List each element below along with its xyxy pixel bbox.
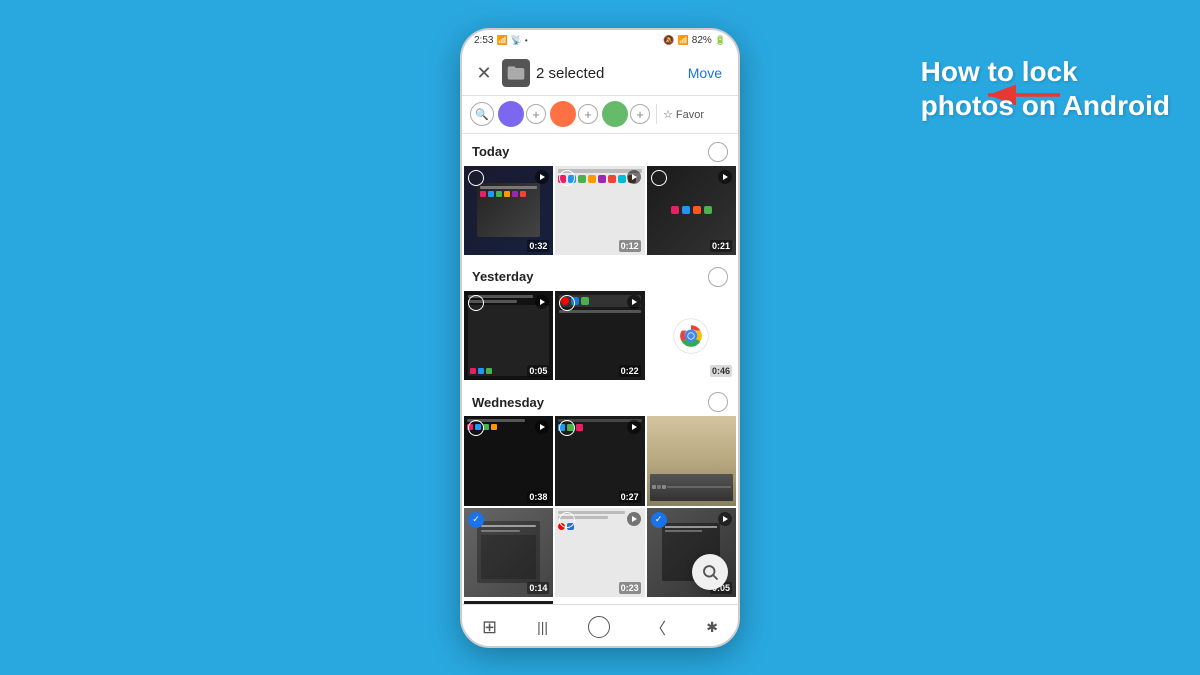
- status-dot: •: [525, 36, 528, 45]
- text-annotation: How to lock photos on Android: [921, 55, 1170, 122]
- select-today-3[interactable]: [651, 170, 667, 186]
- add-album-2[interactable]: +: [578, 104, 598, 124]
- play-icon-today-2: [627, 170, 641, 184]
- divider: [656, 104, 657, 124]
- status-left: 2:53 📶 📡 •: [474, 35, 528, 46]
- status-time: 2:53: [474, 35, 493, 46]
- section-yesterday: Yesterday: [462, 259, 738, 382]
- duration-today-3: 0:21: [710, 240, 732, 252]
- duration-wed-4: 0:14: [527, 582, 549, 594]
- add-album-3[interactable]: +: [630, 104, 650, 124]
- selected-count: 2 selected: [536, 65, 676, 82]
- photo-today-3[interactable]: 0:21: [647, 166, 736, 255]
- date-header-yesterday: Yesterday: [462, 259, 738, 291]
- photo-today-1[interactable]: 0:32: [464, 166, 553, 255]
- status-signal: 📶: [496, 35, 507, 46]
- photo-wed-5[interactable]: 0:23: [555, 508, 644, 597]
- select-yest-1[interactable]: [468, 295, 484, 311]
- float-search-button[interactable]: [692, 554, 728, 590]
- close-button[interactable]: ✕: [472, 63, 496, 84]
- float-search-icon: [701, 563, 719, 581]
- nav-home-button[interactable]: [588, 616, 610, 638]
- phone-mockup: 2:53 📶 📡 • 🔕 📶 82% 🔋 ✕ 2 selected Move: [460, 28, 740, 648]
- select-today-2[interactable]: [559, 170, 575, 186]
- duration-wed-1: 0:38: [527, 491, 549, 503]
- duration-yest-2: 0:22: [619, 365, 641, 377]
- duration-yest-1: 0:05: [527, 365, 549, 377]
- photo-wed-1[interactable]: 0:38: [464, 416, 553, 505]
- nav-back-icon[interactable]: 〈: [650, 615, 666, 639]
- date-select-yesterday[interactable]: [708, 267, 728, 287]
- favorites-label: ☆ Favor: [663, 108, 704, 121]
- status-extra: 📡: [511, 35, 522, 46]
- play-icon-today-1: [535, 170, 549, 184]
- nav-bar: ⊞ ||| 〈 ✱: [462, 604, 738, 648]
- date-label-wednesday: Wednesday: [472, 395, 544, 410]
- status-battery-icon: 🔋: [715, 35, 726, 46]
- annotation-line1: How to lock: [921, 56, 1078, 87]
- nav-list-icon[interactable]: |||: [537, 619, 548, 635]
- date-select-wednesday[interactable]: [708, 392, 728, 412]
- section-today: Today: [462, 134, 738, 257]
- date-header-today: Today: [462, 134, 738, 166]
- date-select-today[interactable]: [708, 142, 728, 162]
- add-album-1[interactable]: +: [526, 104, 546, 124]
- status-bar: 2:53 📶 📡 • 🔕 📶 82% 🔋: [462, 30, 738, 52]
- status-wifi: 📶: [678, 35, 689, 46]
- duration-today-1: 0:32: [527, 240, 549, 252]
- status-mute: 🔕: [663, 35, 674, 46]
- photo-yest-1[interactable]: 0:05: [464, 291, 553, 380]
- quick-item-3: +: [602, 101, 650, 127]
- select-yest-3[interactable]: [651, 295, 667, 311]
- duration-today-2: 0:12: [619, 240, 641, 252]
- photo-wed-4[interactable]: 0:14: [464, 508, 553, 597]
- album-thumb-3[interactable]: [602, 101, 628, 127]
- quick-item-1: +: [498, 101, 546, 127]
- move-button[interactable]: Move: [682, 61, 728, 85]
- chrome-logo-svg: [673, 318, 709, 354]
- status-battery-pct: 82%: [692, 35, 712, 46]
- photo-yest-2[interactable]: 0:22: [555, 291, 644, 380]
- date-label-today: Today: [472, 144, 509, 159]
- play-icon-today-3: [718, 170, 732, 184]
- folder-icon: [502, 59, 530, 87]
- photo-wed-3[interactable]: [647, 416, 736, 505]
- select-wed-5[interactable]: [559, 512, 575, 528]
- photo-grid-today: 0:32: [462, 166, 738, 257]
- play-icon-yest-2: [627, 295, 641, 309]
- play-icon-wed-6: [718, 512, 732, 526]
- favorites-button[interactable]: ☆ Favor: [663, 108, 704, 121]
- play-icon-wed-2: [627, 420, 641, 434]
- select-wed-6[interactable]: [651, 512, 667, 528]
- toolbar: ✕ 2 selected Move: [462, 52, 738, 96]
- page-container: 2:53 📶 📡 • 🔕 📶 82% 🔋 ✕ 2 selected Move: [0, 0, 1200, 675]
- quick-item-2: +: [550, 101, 598, 127]
- album-thumb-1[interactable]: [498, 101, 524, 127]
- nav-recent-icon[interactable]: ✱: [706, 619, 718, 636]
- status-right: 🔕 📶 82% 🔋: [663, 35, 726, 46]
- date-header-wednesday: Wednesday: [462, 384, 738, 416]
- select-today-1[interactable]: [468, 170, 484, 186]
- nav-grid-icon[interactable]: ⊞: [482, 617, 497, 638]
- photo-wed-2[interactable]: 0:27: [555, 416, 644, 505]
- quick-bar: 🔍 + + + ☆ Favor: [462, 96, 738, 134]
- photo-yest-3[interactable]: 0:46: [647, 291, 736, 380]
- photo-extra-1[interactable]: 0:06: [464, 601, 553, 604]
- duration-wed-5: 0:23: [619, 582, 641, 594]
- search-icon[interactable]: 🔍: [470, 102, 494, 126]
- photo-today-2[interactable]: 0:12: [555, 166, 644, 255]
- duration-yest-3: 0:46: [710, 365, 732, 377]
- album-thumb-2[interactable]: [550, 101, 576, 127]
- gallery-content[interactable]: Today: [462, 134, 738, 604]
- play-icon-wed-5: [627, 512, 641, 526]
- folder-svg: [506, 63, 526, 83]
- photo-grid-yesterday: 0:05 0:22: [462, 291, 738, 382]
- annotation-line2: photos on Android: [921, 90, 1170, 121]
- select-wed-4[interactable]: [468, 512, 484, 528]
- duration-wed-2: 0:27: [619, 491, 641, 503]
- date-label-yesterday: Yesterday: [472, 269, 533, 284]
